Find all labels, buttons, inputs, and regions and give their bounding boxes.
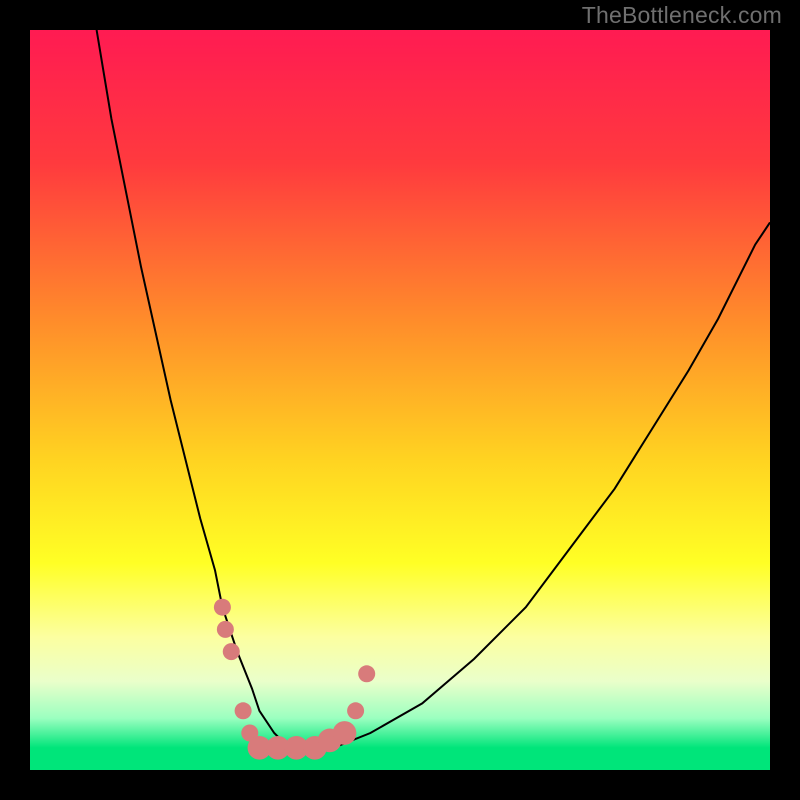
data-marker [214,599,231,616]
chart-frame: TheBottleneck.com [0,0,800,800]
watermark-text: TheBottleneck.com [582,2,782,29]
data-marker [333,721,357,745]
data-marker [223,643,240,660]
plot-area [30,30,770,770]
data-marker [235,702,252,719]
data-marker [358,665,375,682]
gradient-background [30,30,770,770]
data-marker [217,621,234,638]
data-marker [347,702,364,719]
